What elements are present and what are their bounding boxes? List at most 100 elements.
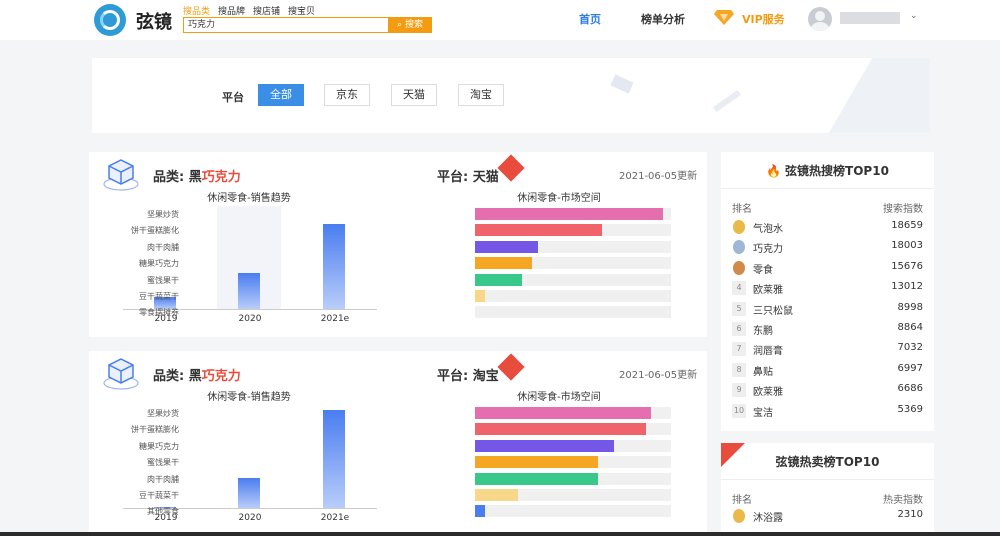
decorative-shape (826, 58, 930, 133)
market-space-bar[interactable] (475, 505, 485, 518)
rank-keyword[interactable]: 鼻贴 (753, 363, 773, 378)
market-space-label: 坚果炒货 (147, 409, 179, 418)
hot-sell-title: 弦镜热卖榜TOP10 (775, 455, 880, 469)
trend-bar-2020[interactable] (238, 478, 260, 508)
col-header-search-index: 搜索指数 (883, 204, 923, 215)
rank-keyword[interactable]: 气泡水 (753, 220, 783, 235)
market-space-bar[interactable] (475, 456, 599, 469)
search-type-tabs: 搜品类 搜品牌 搜店铺 搜宝贝 (183, 4, 315, 17)
rank-row[interactable]: 8 鼻贴 6997 (721, 361, 934, 379)
nav-home[interactable]: 首页 (579, 11, 601, 27)
rank-number: 4 (732, 281, 746, 296)
market-space-bar-track (475, 423, 671, 436)
trend-bar-2021e[interactable] (323, 224, 345, 309)
x-tick-label: 2020 (238, 314, 262, 324)
search-tab-brand[interactable]: 搜品牌 (218, 4, 245, 17)
search-tab-item[interactable]: 搜宝贝 (288, 4, 315, 17)
cube-icon (103, 358, 139, 390)
rank-index-value: 6997 (897, 362, 923, 374)
brand-name[interactable]: 弦镜 (136, 8, 172, 34)
market-space-bar[interactable] (475, 273, 523, 286)
market-space-bar-track (475, 456, 671, 469)
rank-number: 10 (732, 403, 746, 418)
rank-keyword[interactable]: 欧莱雅 (753, 383, 783, 398)
rank-keyword[interactable]: 宝洁 (753, 404, 773, 419)
market-space-label: 豆干蔬菜干 (139, 491, 179, 500)
platform-option-all[interactable]: 全部 (258, 84, 304, 106)
rank-row[interactable]: 沐浴露 2310 (721, 507, 934, 525)
bronze-medal-icon (733, 260, 745, 275)
rank-row[interactable]: 10 宝洁 5369 (721, 402, 934, 420)
rank-number: 9 (732, 383, 746, 398)
market-space-title: 休闲零食-市场空间 (517, 392, 601, 403)
platform-option-jd[interactable]: 京东 (324, 84, 370, 106)
user-avatar[interactable] (808, 7, 832, 31)
rank-row[interactable]: 气泡水 18659 (721, 218, 934, 236)
rank-number: 8 (732, 362, 746, 377)
category-label: 品类: 黑巧克力 (153, 170, 241, 185)
chevron-down-icon[interactable]: ⌄ (910, 11, 918, 21)
username-redacted[interactable] (840, 12, 900, 24)
col-header-sell-index: 热卖指数 (883, 495, 923, 506)
market-space-label: 坚果炒货 (147, 210, 179, 219)
search-tab-shop[interactable]: 搜店铺 (253, 4, 280, 17)
market-space-bar[interactable] (475, 257, 532, 270)
update-date: 2021-06-05更新 (619, 370, 698, 381)
market-space-bar[interactable] (475, 224, 603, 237)
hot-search-panel: 🔥 弦镜热搜榜TOP10 排名 搜索指数 气泡水 18659 巧克力 18003 零食 15… (721, 152, 934, 431)
search-tab-category[interactable]: 搜品类 (183, 4, 210, 17)
brand-logo-icon[interactable] (94, 4, 126, 36)
trend-bar-2021e[interactable] (323, 410, 345, 508)
category-card-taobao: 品类: 黑巧克力 休闲零食-销售趋势 平台: 淘宝 2021-06-05更新 休… (89, 351, 707, 536)
col-header-rank: 排名 (732, 495, 752, 506)
market-space-bar[interactable] (475, 423, 646, 436)
rank-row[interactable]: 7 润唇膏 7032 (721, 340, 934, 358)
platform-option-taobao[interactable]: 淘宝 (458, 84, 504, 106)
trend-bar-2020[interactable] (238, 273, 260, 309)
rank-row[interactable]: 零食 15676 (721, 259, 934, 277)
rank-keyword[interactable]: 巧克力 (753, 240, 783, 255)
market-space-label: 肉干肉脯 (147, 242, 179, 252)
market-space-label: 糖果巧克力 (139, 259, 179, 269)
rank-keyword[interactable]: 沐浴露 (753, 509, 783, 524)
search-button[interactable]: ⌕ 搜索 (388, 17, 432, 33)
market-space-bar[interactable] (475, 240, 538, 253)
platform-option-tmall[interactable]: 天猫 (391, 84, 437, 106)
rank-index-value: 18659 (891, 220, 923, 231)
market-space-bar-track (475, 306, 671, 319)
bottom-scrollbar[interactable] (0, 532, 1000, 536)
market-space-label: 蜜饯果干 (147, 458, 179, 468)
nav-rank-analysis[interactable]: 榜单分析 (641, 11, 685, 27)
market-space-bar[interactable] (475, 439, 615, 452)
nav-vip-service[interactable]: VIP服务 (742, 11, 785, 27)
market-space-bar[interactable] (475, 489, 519, 501)
rank-row[interactable]: 4 欧莱雅 13012 (721, 279, 934, 297)
rank-keyword[interactable]: 三只松鼠 (753, 302, 793, 317)
rank-row[interactable]: 巧克力 18003 (721, 238, 934, 256)
rank-keyword[interactable]: 欧莱雅 (753, 281, 783, 296)
decorative-shape (712, 89, 742, 113)
rank-number: 6 (732, 322, 746, 336)
rank-number: 5 (732, 301, 746, 316)
search-input[interactable]: 巧克力 (183, 17, 389, 33)
rank-keyword[interactable]: 零食 (753, 261, 773, 276)
market-space-bar[interactable] (475, 208, 664, 220)
platform-label: 平台 (222, 91, 244, 104)
rank-row[interactable]: 9 欧莱雅 6686 (721, 381, 934, 399)
market-space-label: 零食摆摊券 (139, 308, 179, 318)
rank-index-value: 6686 (897, 383, 923, 395)
rank-index-value: 15676 (891, 260, 923, 272)
market-space-label: 蜜饯果干 (147, 275, 179, 285)
rank-keyword[interactable]: 润唇膏 (753, 342, 783, 357)
market-space-label: 糖果巧克力 (139, 441, 179, 451)
rank-keyword[interactable]: 东鹏 (753, 322, 773, 337)
rank-index-value: 7032 (897, 342, 923, 354)
market-space-bar[interactable] (475, 290, 485, 302)
rank-row[interactable]: 6 东鹏 8864 (721, 320, 934, 338)
x-tick-label: 2021e (320, 314, 350, 324)
hot-sell-panel: 弦镜热卖榜TOP10 排名 热卖指数 沐浴露 2310 (721, 443, 934, 536)
market-space-bar[interactable] (475, 472, 599, 485)
market-space-bar[interactable] (475, 407, 652, 419)
rank-row[interactable]: 5 三只松鼠 8998 (721, 300, 934, 318)
col-header-rank: 排名 (732, 204, 752, 215)
